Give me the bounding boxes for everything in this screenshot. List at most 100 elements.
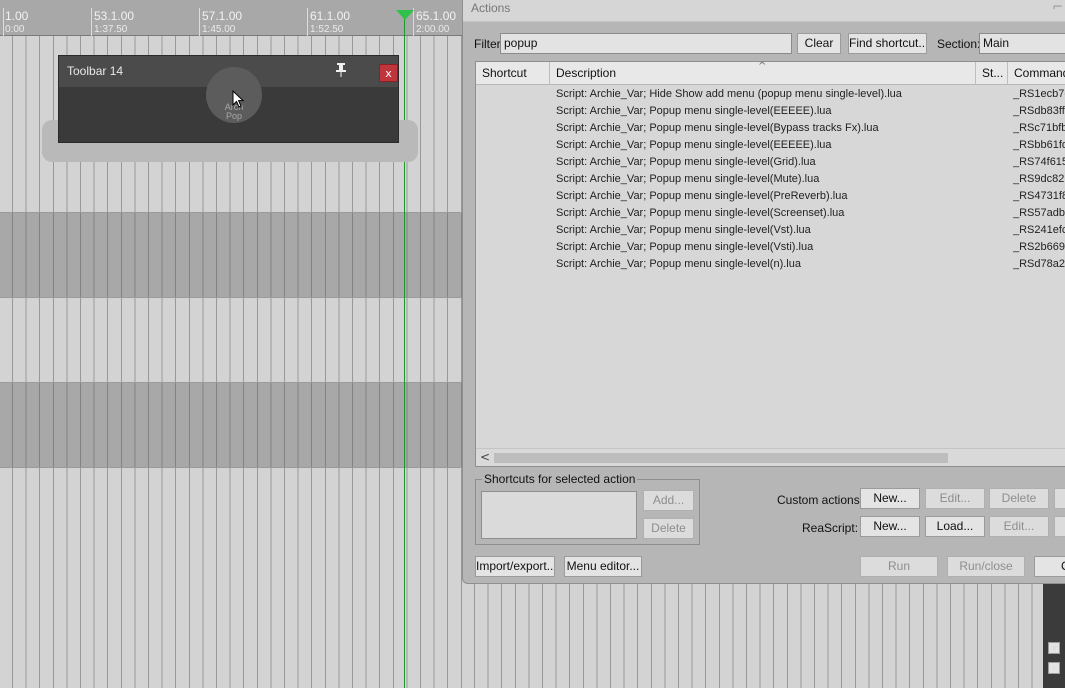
row-command-id: _RSc71bfb (1013, 122, 1065, 134)
scroll-left-icon[interactable]: < (480, 450, 490, 464)
actions-dialog: Actions ⌐ Filter: popup Clear Find short… (462, 0, 1065, 584)
mouse-cursor-icon (232, 90, 244, 108)
reascript-load-button[interactable]: Load... (925, 516, 985, 537)
row-command-id: _RSd78a2e (1013, 258, 1065, 270)
scrollbar-thumb[interactable] (494, 453, 948, 463)
ruler-bar-label: 65.1.00 (416, 9, 457, 23)
reascript-label: ReaScript: (802, 521, 859, 535)
column-shortcut[interactable]: Shortcut (476, 62, 550, 85)
custom-delete-button[interactable]: Delete (989, 488, 1049, 509)
clear-button[interactable]: Clear (797, 33, 841, 54)
run-close-button[interactable]: Run/close (947, 556, 1025, 577)
ruler-bar-label: 53.1.00 (94, 9, 135, 23)
playhead-line (404, 12, 405, 688)
custom-actions-label: Custom actions: (777, 493, 864, 507)
row-command-id: _RS241efc (1013, 224, 1065, 236)
row-command-id: _RS4731f8 (1013, 190, 1065, 202)
close-button[interactable]: C (1034, 556, 1065, 577)
list-item[interactable]: Script: Archie_Var; Hide Show add menu (… (476, 87, 1065, 104)
run-button[interactable]: Run (860, 556, 938, 577)
row-description: Script: Archie_Var; Popup menu single-le… (556, 241, 814, 253)
row-description: Script: Archie_Var; Popup menu single-le… (556, 258, 801, 270)
reascript-new-button[interactable]: New... (860, 516, 920, 537)
list-item[interactable]: Script: Archie_Var; Popup menu single-le… (476, 172, 1065, 189)
ruler-bar-label: 61.1.00 (310, 9, 351, 23)
toolbar-window: Toolbar 14 x Arch Pop (58, 55, 399, 143)
row-command-id: _RSbb61fd (1013, 139, 1065, 151)
reascript-more-button[interactable] (1054, 516, 1065, 537)
import-export-button[interactable]: Import/export... (475, 556, 555, 577)
shortcuts-group-title: Shortcuts for selected action (482, 472, 638, 486)
ruler-time-label: 1:37.50 (94, 24, 128, 35)
horizontal-scrollbar[interactable]: < (476, 448, 1065, 466)
list-rows: Script: Archie_Var; Hide Show add menu (… (476, 87, 1065, 274)
filter-input[interactable]: popup (500, 33, 792, 54)
find-shortcut-button[interactable]: Find shortcut... (848, 33, 927, 54)
add-shortcut-button[interactable]: Add... (643, 490, 694, 511)
ruler-bar-label: 57.1.00 (202, 9, 243, 23)
list-item[interactable]: Script: Archie_Var; Popup menu single-le… (476, 206, 1065, 223)
list-item[interactable]: Script: Archie_Var; Popup menu single-le… (476, 121, 1065, 138)
reascript-edit-button[interactable]: Edit... (989, 516, 1049, 537)
track-lane[interactable] (0, 212, 462, 298)
sort-ascending-icon: ^ (758, 61, 767, 72)
list-item[interactable]: Script: Archie_Var; Popup menu single-le… (476, 104, 1065, 121)
row-command-id: _RSdb83ff (1013, 105, 1065, 117)
list-item[interactable]: Script: Archie_Var; Popup menu single-le… (476, 257, 1065, 274)
pin-icon[interactable] (333, 62, 349, 78)
row-command-id: _RS57adba (1013, 207, 1065, 219)
custom-more-button[interactable] (1054, 488, 1065, 509)
list-item[interactable]: Script: Archie_Var; Popup menu single-le… (476, 155, 1065, 172)
actions-titlebar[interactable]: Actions ⌐ (463, 0, 1065, 22)
actions-title: Actions (471, 1, 511, 15)
row-description: Script: Archie_Var; Popup menu single-le… (556, 156, 816, 168)
row-description: Script: Archie_Var; Popup menu single-le… (556, 207, 845, 219)
list-item[interactable]: Script: Archie_Var; Popup menu single-le… (476, 189, 1065, 206)
list-item[interactable]: Script: Archie_Var; Popup menu single-le… (476, 240, 1065, 257)
ruler-tick (307, 8, 308, 36)
list-header: Shortcut Description ^ St... Command I (476, 62, 1065, 85)
delete-shortcut-button[interactable]: Delete (643, 518, 694, 539)
ruler-time-label: 1:52.50 (310, 24, 344, 35)
playhead-marker-icon[interactable] (396, 10, 414, 20)
list-item[interactable]: Script: Archie_Var; Popup menu single-le… (476, 223, 1065, 240)
row-command-id: _RS2b669 (1013, 241, 1065, 253)
menu-editor-button[interactable]: Menu editor... (564, 556, 642, 577)
vertical-scrollbar[interactable]: ▼ + (1043, 584, 1065, 688)
row-description: Script: Archie_Var; Hide Show add menu (… (556, 88, 902, 100)
row-description: Script: Archie_Var; Popup menu single-le… (556, 139, 832, 151)
ruler-tick (91, 8, 92, 36)
ruler-tick (3, 8, 4, 36)
section-select[interactable]: Main (979, 33, 1065, 54)
toolbar-close-button[interactable]: x (379, 64, 398, 82)
list-item[interactable]: Script: Archie_Var; Popup menu single-le… (476, 138, 1065, 155)
track-lane[interactable] (0, 382, 462, 468)
zoom-in-icon[interactable]: + (1048, 662, 1060, 674)
row-command-id: _RS9dc82 (1013, 173, 1065, 185)
row-command-id: _RS74f615 (1013, 156, 1065, 168)
row-description: Script: Archie_Var; Popup menu single-le… (556, 105, 832, 117)
toolbar-action-label-line2: Pop (225, 111, 242, 121)
ruler-time-label: 1:45.00 (202, 24, 236, 35)
custom-new-button[interactable]: New... (860, 488, 920, 509)
track-lanes-lower[interactable] (462, 584, 1045, 688)
ruler-time-label: 0:00 (5, 24, 25, 35)
column-command-id[interactable]: Command I (1008, 62, 1065, 85)
scroll-down-icon[interactable]: ▼ (1048, 642, 1060, 654)
toolbar-title: Toolbar 14 (67, 64, 124, 78)
actions-list[interactable]: Shortcut Description ^ St... Command I S… (475, 61, 1065, 467)
row-description: Script: Archie_Var; Popup menu single-le… (556, 224, 811, 236)
section-label: Section: (937, 37, 981, 51)
ruler-tick (199, 8, 200, 36)
shortcuts-group: Shortcuts for selected action Add... Del… (475, 472, 700, 545)
ruler-bar-label: 1.00 (5, 9, 29, 23)
ruler-time-label: 2:00.00 (416, 24, 450, 35)
column-state[interactable]: St... (976, 62, 1008, 85)
row-description: Script: Archie_Var; Popup menu single-le… (556, 173, 820, 185)
row-description: Script: Archie_Var; Popup menu single-le… (556, 190, 848, 202)
row-description: Script: Archie_Var; Popup menu single-le… (556, 122, 879, 134)
custom-edit-button[interactable]: Edit... (925, 488, 985, 509)
window-corner-icon[interactable]: ⌐ (1052, 0, 1063, 15)
row-command-id: _RS1ecb7e (1013, 88, 1065, 100)
shortcuts-list[interactable] (481, 491, 637, 539)
